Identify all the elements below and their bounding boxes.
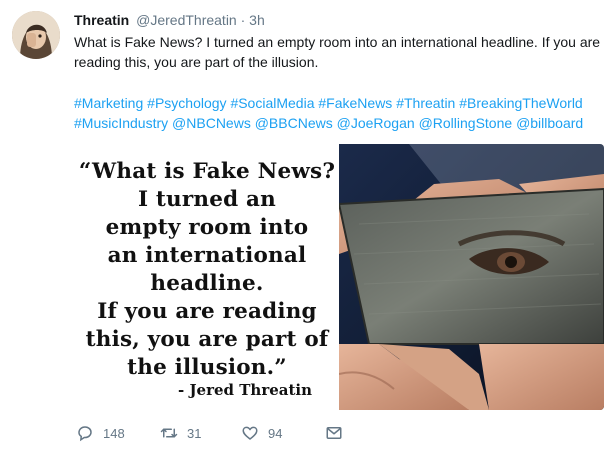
heart-icon	[241, 424, 259, 442]
avatar-image	[12, 11, 60, 59]
mention-link[interactable]: @NBCNews	[172, 115, 251, 131]
hashtag-link[interactable]: #BreakingTheWorld	[459, 95, 582, 111]
tweet-actions: 148 31 94	[74, 423, 374, 445]
mention-link[interactable]: @JoeRogan	[337, 115, 415, 131]
quote-text: “What is Fake News? I turned an empty ro…	[74, 158, 340, 382]
display-name[interactable]: Threatin	[74, 12, 129, 28]
quote-line: this, you are part of	[85, 327, 329, 352]
reply-button[interactable]: 148	[76, 423, 125, 443]
quote-line: an international	[107, 243, 307, 268]
hashtag-link[interactable]: #Threatin	[396, 95, 455, 111]
like-count: 94	[268, 425, 283, 441]
quote-line: empty room into	[105, 215, 309, 240]
mention-link[interactable]: @BBCNews	[255, 115, 333, 131]
hashtag-link[interactable]: #MusicIndustry	[74, 115, 168, 131]
timestamp[interactable]: 3h	[249, 12, 265, 28]
mention-link[interactable]: @RollingStone	[419, 115, 513, 131]
quote-line: If you are reading	[97, 299, 317, 324]
retweet-icon	[160, 424, 178, 442]
hashtag-list: #Marketing #Psychology #SocialMedia #Fak…	[74, 93, 614, 133]
hashtag-link[interactable]: #Psychology	[147, 95, 226, 111]
retweet-button[interactable]: 31	[160, 423, 201, 443]
tweet-header: Threatin @JeredThreatin · 3h	[74, 11, 265, 29]
quote-line: headline.	[150, 271, 264, 296]
user-handle[interactable]: @JeredThreatin	[136, 12, 237, 28]
quote-author: - Jered Threatin	[178, 381, 313, 399]
avatar[interactable]	[12, 11, 60, 59]
quote-line: I turned an	[137, 187, 277, 212]
mention-link[interactable]: @billboard	[516, 115, 583, 131]
tweet[interactable]: Threatin @JeredThreatin · 3h What is Fak…	[0, 0, 615, 453]
hashtag-link[interactable]: #FakeNews	[318, 95, 392, 111]
like-button[interactable]: 94	[241, 423, 282, 443]
retweet-count: 31	[187, 425, 202, 441]
envelope-icon	[325, 424, 343, 442]
reply-icon	[76, 424, 94, 442]
media-image[interactable]: “What is Fake News? I turned an empty ro…	[74, 144, 604, 410]
quote-line: “What is Fake News?	[78, 159, 336, 184]
reply-count: 148	[103, 425, 125, 441]
tweet-text: What is Fake News? I turned an empty roo…	[74, 34, 601, 70]
hashtag-link[interactable]: #Marketing	[74, 95, 143, 111]
quote-line: the illusion.”	[127, 355, 287, 380]
mirror-photo	[339, 144, 604, 410]
hashtag-link[interactable]: #SocialMedia	[230, 95, 314, 111]
direct-message-button[interactable]	[325, 423, 343, 443]
separator-dot: ·	[240, 12, 246, 28]
